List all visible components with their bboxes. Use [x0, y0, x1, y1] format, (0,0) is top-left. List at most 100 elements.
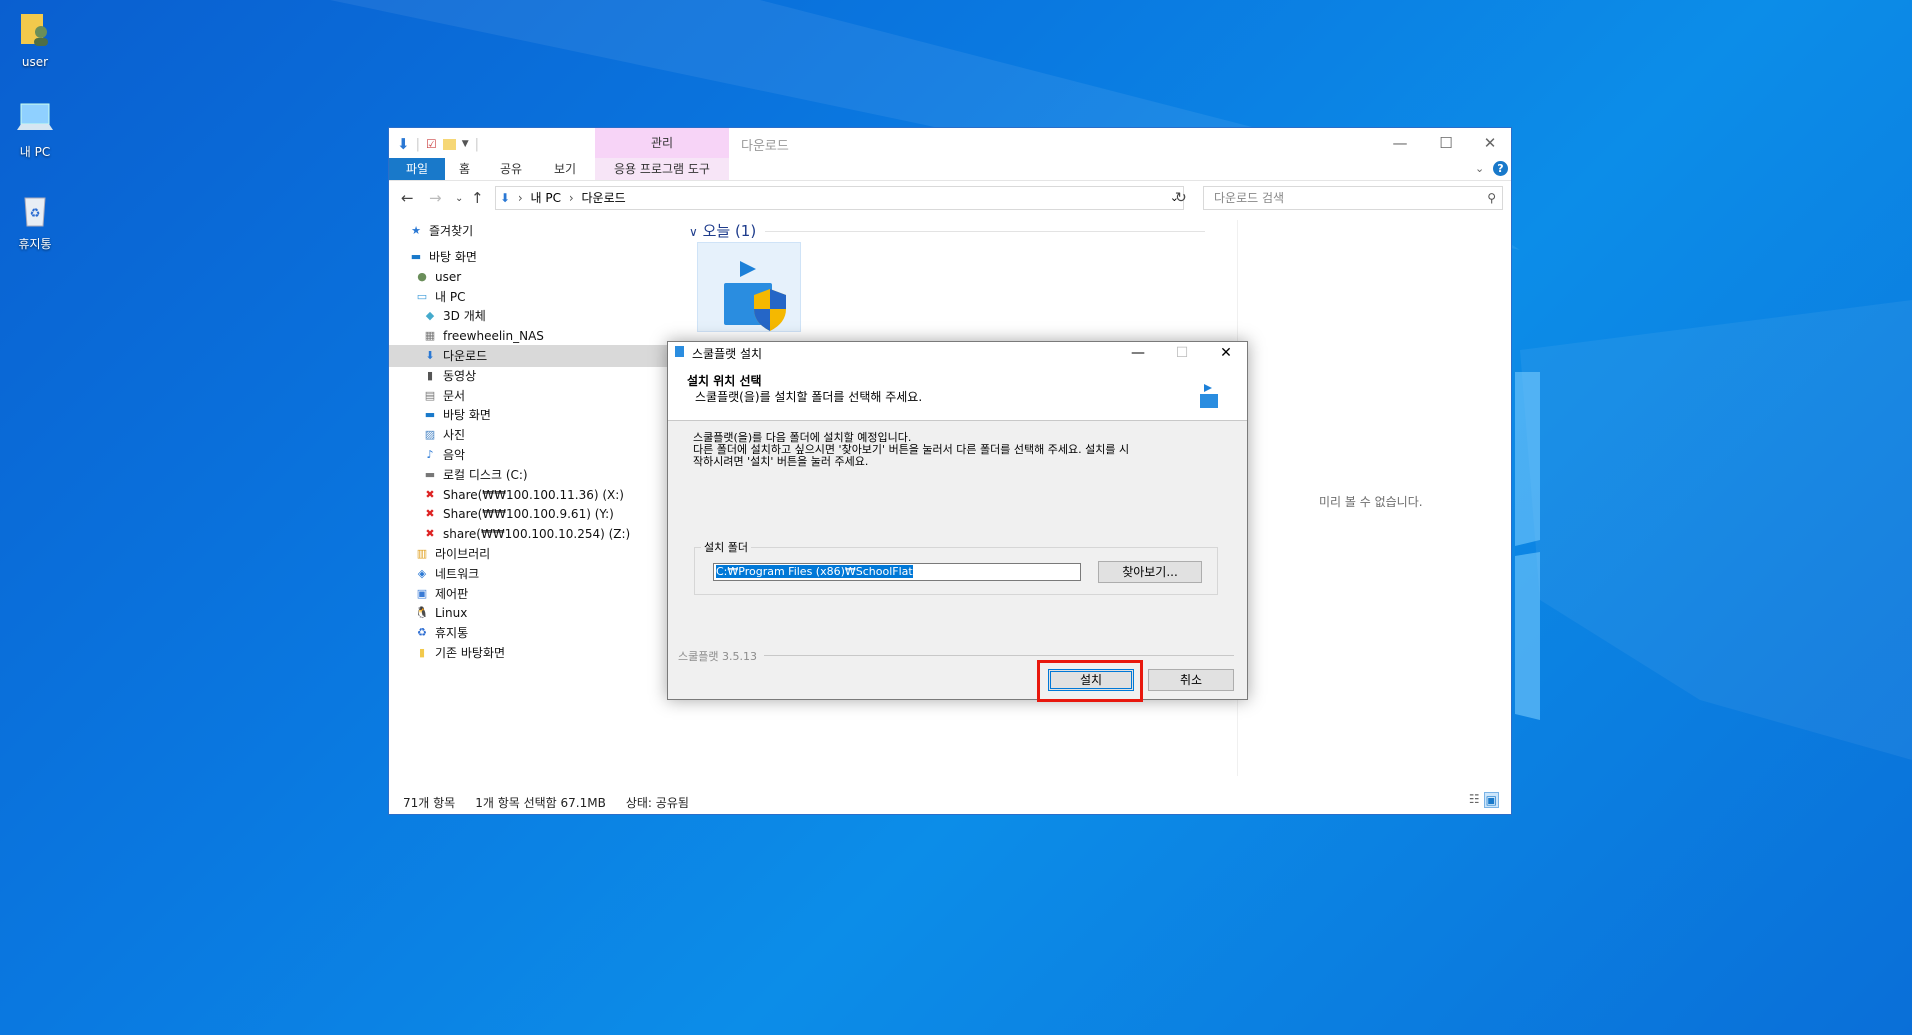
download-icon[interactable]: ⬇ — [397, 135, 410, 153]
dialog-minimize-button[interactable]: — — [1116, 342, 1160, 364]
recent-chevron-icon[interactable]: ⌄ — [455, 193, 463, 204]
nav-item-label: 내 PC — [435, 289, 466, 304]
tab-app-tools[interactable]: 응용 프로그램 도구 — [595, 158, 729, 180]
nav-item[interactable]: ▬ 로컬 디스크 (C:) — [423, 464, 528, 486]
desktop-icon: ▬ — [410, 250, 422, 263]
minimize-button[interactable]: — — [1377, 128, 1423, 158]
nav-item[interactable]: ▭ 내 PC — [415, 286, 466, 308]
new-folder-icon[interactable] — [442, 138, 456, 150]
installer-dialog: 스쿨플랫 설치 — ☐ ✕ 설치 위치 선택 스쿨플랫(을)를 설치할 폴더를 … — [667, 341, 1248, 702]
disconnected-drive-icon: ✖ — [425, 527, 435, 541]
install-path-input[interactable]: C:₩Program Files (x86)₩SchoolFlat — [713, 563, 1081, 581]
nav-item-label: 네트워크 — [435, 566, 480, 581]
chevron-down-icon[interactable]: ▼ — [462, 139, 469, 149]
nav-item[interactable]: ▬ 바탕 화면 — [423, 404, 491, 426]
help-icon[interactable]: ? — [1493, 161, 1508, 176]
library-icon: ▥ — [416, 547, 428, 560]
dialog-close-button[interactable]: ✕ — [1204, 342, 1248, 364]
search-input[interactable]: 다운로드 검색 ⚲ — [1203, 186, 1503, 210]
back-icon[interactable]: ← — [401, 189, 414, 207]
nav-item[interactable]: ♻ 휴지통 — [415, 622, 468, 644]
ribbon-tabs: 파일 홈 공유 보기 응용 프로그램 도구 ⌄ ? — [389, 158, 1511, 181]
navigation-pane: ★ 즐겨찾기 ▬ 바탕 화면 ● user ▭ 내 PC ◆ 3D 개체 ▦ freewheelin_… — [389, 220, 674, 776]
group-header[interactable]: ∨ 오늘 (1) — [689, 220, 756, 241]
nav-item[interactable]: ✖ share(₩₩100.100.10.254) (Z:) — [423, 523, 630, 545]
nav-item[interactable]: ▨ 사진 — [423, 424, 465, 446]
document-icon: ▤ — [424, 388, 436, 402]
nav-item[interactable]: 🐧 Linux — [415, 602, 467, 624]
video-icon: ▮ — [426, 368, 434, 382]
nav-item[interactable]: ⬇ 다운로드 — [423, 345, 487, 367]
nav-item[interactable]: ▣ 제어판 — [415, 583, 468, 605]
computer-icon — [17, 103, 53, 130]
desktop-icon-user[interactable]: user — [0, 10, 70, 69]
dialog-heading: 설치 위치 선택 — [687, 374, 762, 388]
download-icon: ⬇ — [425, 349, 435, 362]
breadcrumb-downloads[interactable]: 다운로드 — [581, 191, 625, 205]
maximize-button[interactable]: ☐ — [1423, 128, 1469, 158]
search-placeholder: 다운로드 검색 — [1214, 191, 1285, 205]
nav-item[interactable]: ▤ 문서 — [423, 385, 465, 407]
recycle-bin-icon: ♻ — [417, 626, 427, 640]
nav-item-label: 기존 바탕화면 — [435, 646, 506, 660]
tab-view[interactable]: 보기 — [554, 158, 576, 180]
nav-item[interactable]: ▬ 바탕 화면 — [409, 246, 477, 268]
cancel-button[interactable]: 취소 — [1148, 669, 1234, 691]
nav-item[interactable]: ▦ freewheelin_NAS — [423, 325, 544, 347]
nav-item[interactable]: ✖ Share(₩₩100.100.9.61) (Y:) — [423, 503, 613, 525]
nav-item[interactable]: ▮ 동영상 — [423, 365, 476, 387]
large-icons-view-icon[interactable]: ▣ — [1483, 792, 1499, 808]
tab-home[interactable]: 홈 — [459, 158, 470, 180]
close-button[interactable]: ✕ — [1467, 128, 1513, 158]
control-panel-icon: ▣ — [416, 586, 428, 600]
up-icon[interactable]: ↑ — [471, 189, 484, 207]
properties-icon[interactable]: ☑ — [426, 137, 437, 151]
nav-item[interactable]: ● user — [415, 266, 461, 288]
address-bar[interactable]: ⬇ › 내 PC › 다운로드 ⌄ — [495, 186, 1184, 210]
disconnected-drive-icon: ✖ — [425, 507, 435, 521]
desktop-icon-my-pc[interactable]: 내 PC — [0, 100, 70, 160]
app-icon — [675, 346, 684, 357]
dialog-instructions: 스쿨플랫(을)를 다음 폴더에 설치할 예정입니다. 다른 폴더에 설치하고 싶… — [693, 432, 1223, 468]
nav-item-label: Share(₩₩100.100.11.36) (X:) — [443, 487, 624, 502]
version-label: 스쿨플랫 3.5.13 — [678, 650, 757, 663]
nav-item[interactable]: ◈ 네트워크 — [415, 563, 479, 585]
status-state: 상태: 공유됨 — [625, 796, 689, 810]
nav-item[interactable]: ★ 즐겨찾기 — [409, 220, 473, 242]
nav-item[interactable]: ♪ 음악 — [423, 444, 465, 466]
status-selection: 1개 항목 선택함 67.1MB — [475, 796, 606, 810]
nav-item-label: 휴지통 — [435, 626, 469, 641]
tab-file[interactable]: 파일 — [389, 158, 445, 180]
nav-item-label: 동영상 — [443, 368, 477, 383]
nav-item-label: 다운로드 — [443, 349, 488, 363]
nav-item[interactable]: ◆ 3D 개체 — [423, 305, 486, 327]
view-switcher: ☷ ▣ — [1469, 792, 1499, 808]
folder-icon: ▮ — [418, 646, 426, 659]
star-icon: ★ — [411, 224, 421, 237]
group-header-label: 오늘 (1) — [702, 222, 757, 240]
desktop-icon-recycle-bin[interactable]: ♻ 휴지통 — [0, 192, 70, 252]
dialog-title-bar: 스쿨플랫 설치 — ☐ ✕ — [668, 342, 1247, 364]
install-button-highlight — [1037, 660, 1143, 702]
tab-share[interactable]: 공유 — [500, 158, 522, 180]
context-tab-header: 관리 — [595, 128, 729, 158]
network-drive-icon: ▦ — [424, 329, 436, 343]
nav-item-label: 라이브러리 — [435, 547, 491, 561]
nav-item[interactable]: ✖ Share(₩₩100.100.11.36) (X:) — [423, 484, 624, 506]
chevron-down-icon[interactable]: ⌄ — [1475, 162, 1484, 175]
chevron-down-icon: ∨ — [689, 225, 698, 239]
linux-icon: 🐧 — [415, 606, 429, 620]
refresh-icon[interactable]: ↻ — [1175, 190, 1187, 206]
browse-button[interactable]: 찾아보기... — [1098, 561, 1202, 583]
dialog-title: 스쿨플랫 설치 — [692, 347, 763, 361]
details-view-icon[interactable]: ☷ — [1469, 792, 1480, 808]
cube-icon: ◆ — [425, 309, 435, 323]
nav-item[interactable]: ▥ 라이브러리 — [415, 543, 490, 565]
nav-item-label: Linux — [435, 606, 468, 621]
forward-icon[interactable]: → — [429, 189, 442, 207]
nav-item-label: 즐겨찾기 — [429, 224, 474, 238]
breadcrumb-my-pc[interactable]: 내 PC — [531, 191, 561, 205]
nav-item-label: 바탕 화면 — [443, 408, 491, 423]
nav-item[interactable]: ▮ 기존 바탕화면 — [415, 642, 505, 664]
file-item-installer[interactable] — [697, 242, 801, 332]
